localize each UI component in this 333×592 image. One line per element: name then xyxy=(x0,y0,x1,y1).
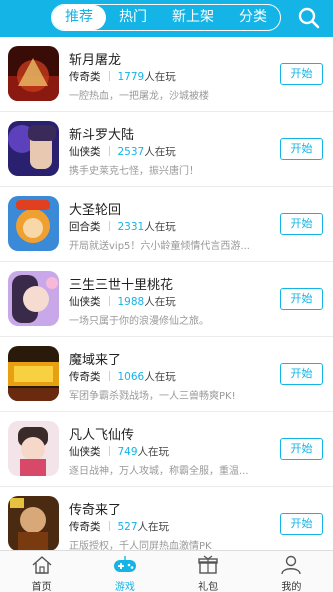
game-list-item[interactable]: 斩月屠龙 传奇类 1779人在玩 一腔热血，一把屠龙，沙城被楼 开始 xyxy=(0,37,333,112)
playing-label: 人在玩 xyxy=(144,146,176,158)
game-category: 传奇类 xyxy=(69,371,101,383)
nav-gifts-label: 礼包 xyxy=(198,582,219,592)
nav-mine-label: 我的 xyxy=(281,582,302,592)
game-title: 魔域来了 xyxy=(69,353,122,368)
game-title: 新斗罗大陆 xyxy=(69,128,135,143)
game-list-item[interactable]: 传奇来了 传奇类 527人在玩 正版授权，千人同屏热血激情PK 开始 xyxy=(0,487,333,550)
game-description: 开局就送vip5！六小龄童倾情代言西游... xyxy=(69,241,250,252)
player-count: 1988 xyxy=(117,296,145,308)
game-icon-sansheng xyxy=(8,271,59,326)
game-list-item[interactable]: 新斗罗大陆 仙侠类 2537人在玩 携手史莱克七怪，振兴唐门！ 开始 xyxy=(0,112,333,187)
game-category: 仙侠类 xyxy=(69,146,101,158)
tab-new[interactable]: 新上架 xyxy=(160,5,226,30)
player-count: 2537 xyxy=(117,146,145,158)
playing-label: 人在玩 xyxy=(144,221,176,233)
meta-divider xyxy=(108,446,110,456)
meta-divider xyxy=(108,71,110,81)
start-button[interactable]: 开始 xyxy=(280,138,323,160)
player-count: 1779 xyxy=(117,71,145,83)
meta-divider xyxy=(108,371,110,381)
game-description: 军团争霸杀戮战场，一人三兽畅爽PK! xyxy=(69,391,236,402)
game-description: 正版授权，千人同屏热血激情PK xyxy=(69,541,212,550)
start-button[interactable]: 开始 xyxy=(280,513,323,535)
player-count: 1066 xyxy=(117,371,145,383)
player-count: 527 xyxy=(117,521,138,533)
bottom-nav: 首页 游戏 礼包 我的 xyxy=(0,550,333,592)
nav-home-label: 首页 xyxy=(31,582,52,592)
user-icon xyxy=(281,555,302,575)
start-button[interactable]: 开始 xyxy=(280,288,323,310)
game-list-item[interactable]: 凡人飞仙传 仙侠类 749人在玩 逐日战神，万人攻城，称霸全服，重温... 开始 xyxy=(0,412,333,487)
game-description: 一腔热血，一把屠龙，沙城被楼 xyxy=(69,91,209,102)
playing-label: 人在玩 xyxy=(144,71,176,83)
home-icon xyxy=(32,556,52,574)
game-icon-chuanqi xyxy=(8,496,59,550)
gamepad-icon xyxy=(113,556,136,572)
nav-games-label: 游戏 xyxy=(114,582,135,592)
playing-label: 人在玩 xyxy=(144,371,176,383)
game-meta: 传奇类 527人在玩 xyxy=(69,519,169,534)
tab-category[interactable]: 分类 xyxy=(226,5,280,30)
start-button[interactable]: 开始 xyxy=(280,438,323,460)
game-category: 仙侠类 xyxy=(69,446,101,458)
game-title: 三生三世十里桃花 xyxy=(69,278,174,293)
game-icon-dasheng xyxy=(8,196,59,251)
game-title: 斩月屠龙 xyxy=(69,53,122,68)
game-category: 仙侠类 xyxy=(69,296,101,308)
game-meta: 仙侠类 2537人在玩 xyxy=(69,144,176,159)
meta-divider xyxy=(108,221,110,231)
game-list-item[interactable]: 魔域来了 传奇类 1066人在玩 军团争霸杀戮战场，一人三兽畅爽PK! 开始 xyxy=(0,337,333,412)
game-meta: 仙侠类 749人在玩 xyxy=(69,444,169,459)
playing-label: 人在玩 xyxy=(144,296,176,308)
nav-mine[interactable]: 我的 xyxy=(250,551,333,592)
game-title: 大圣轮回 xyxy=(69,203,122,218)
game-icon-fanren xyxy=(8,421,59,476)
game-icon-zhanyue xyxy=(8,46,59,101)
game-icon-moyu xyxy=(8,346,59,401)
game-title: 凡人飞仙传 xyxy=(69,428,135,443)
game-description: 逐日战神，万人攻城，称霸全服，重温... xyxy=(69,466,249,477)
game-category: 回合类 xyxy=(69,221,101,233)
game-category: 传奇类 xyxy=(69,521,101,533)
playing-label: 人在玩 xyxy=(137,521,170,533)
game-title: 传奇来了 xyxy=(69,503,122,518)
playing-label: 人在玩 xyxy=(137,446,170,458)
game-meta: 回合类 2331人在玩 xyxy=(69,219,176,234)
gift-icon xyxy=(198,555,218,574)
tab-hot[interactable]: 热门 xyxy=(106,5,160,30)
category-tabs: 推荐 热门 新上架 分类 xyxy=(51,4,281,31)
search-icon[interactable] xyxy=(297,6,321,30)
meta-divider xyxy=(108,521,110,531)
game-meta: 传奇类 1779人在玩 xyxy=(69,69,176,84)
game-icon-douluo xyxy=(8,121,59,176)
player-count: 2331 xyxy=(117,221,145,233)
nav-games[interactable]: 游戏 xyxy=(83,551,166,592)
top-header: 推荐 热门 新上架 分类 xyxy=(0,0,333,37)
game-description: 一场只属于你的浪漫修仙之旅。 xyxy=(69,316,209,327)
nav-gifts[interactable]: 礼包 xyxy=(167,551,250,592)
meta-divider xyxy=(108,296,110,306)
game-description: 携手史莱克七怪，振兴唐门！ xyxy=(69,166,199,177)
start-button[interactable]: 开始 xyxy=(280,63,323,85)
game-meta: 传奇类 1066人在玩 xyxy=(69,369,176,384)
meta-divider xyxy=(108,146,110,156)
start-button[interactable]: 开始 xyxy=(280,363,323,385)
tab-recommend[interactable]: 推荐 xyxy=(52,5,106,30)
game-meta: 仙侠类 1988人在玩 xyxy=(69,294,176,309)
game-list-item[interactable]: 大圣轮回 回合类 2331人在玩 开局就送vip5！六小龄童倾情代言西游... 开… xyxy=(0,187,333,262)
player-count: 749 xyxy=(117,446,138,458)
nav-home[interactable]: 首页 xyxy=(0,551,83,592)
game-category: 传奇类 xyxy=(69,71,101,83)
start-button[interactable]: 开始 xyxy=(280,213,323,235)
game-list: 斩月屠龙 传奇类 1779人在玩 一腔热血，一把屠龙，沙城被楼 开始 新斗罗大陆 … xyxy=(0,37,333,550)
game-list-item[interactable]: 三生三世十里桃花 仙侠类 1988人在玩 一场只属于你的浪漫修仙之旅。 开始 xyxy=(0,262,333,337)
